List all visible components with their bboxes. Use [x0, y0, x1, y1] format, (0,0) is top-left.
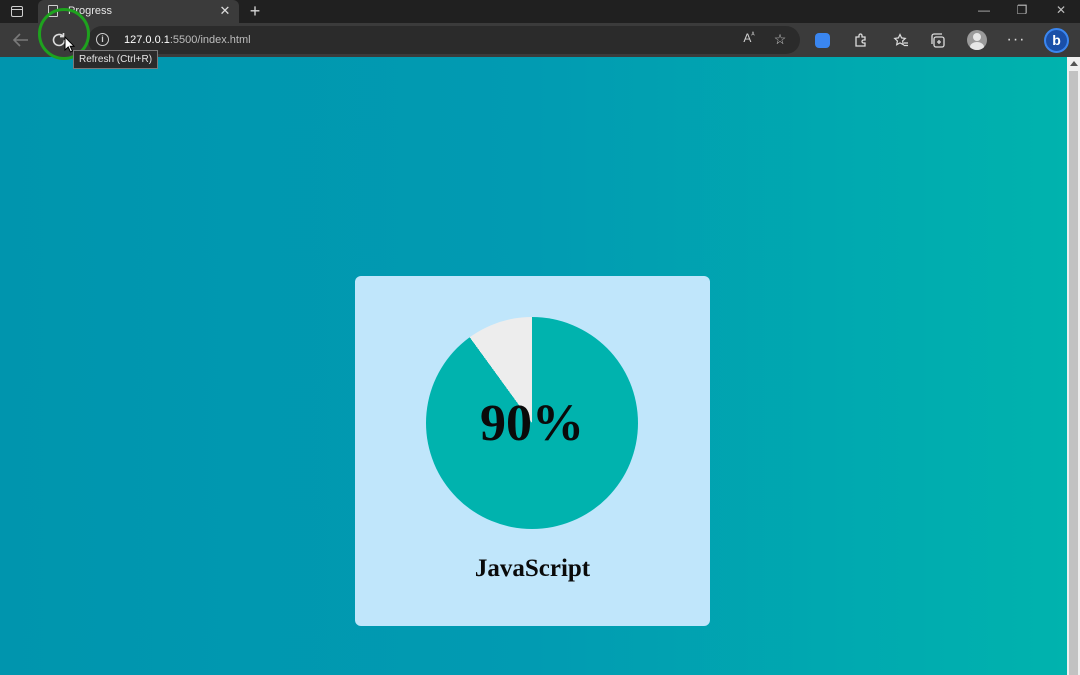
scrollbar-thumb[interactable] [1069, 71, 1078, 675]
mouse-cursor-icon [64, 36, 76, 53]
tab-strip: Progress ✕ + — ❐ ✕ [0, 0, 1080, 23]
tab-progress[interactable]: Progress ✕ [38, 0, 239, 23]
profile-avatar[interactable] [967, 30, 987, 50]
tab-close-icon[interactable]: ✕ [217, 3, 233, 19]
extension-icon[interactable] [815, 33, 830, 48]
url-text[interactable]: 127.0.0.1:5500/index.html [124, 34, 251, 46]
tab-actions-icon[interactable] [8, 3, 26, 20]
page-viewport: 90% JavaScript [0, 57, 1067, 675]
refresh-tooltip: Refresh (Ctrl+R) [73, 50, 159, 69]
new-tab-button[interactable]: + [245, 0, 265, 22]
progress-value: 90% [480, 395, 584, 452]
skill-name: JavaScript [474, 555, 591, 582]
add-favorite-icon[interactable]: ☆ [771, 31, 789, 48]
more-icon[interactable]: ··· [1004, 29, 1028, 51]
bing-icon[interactable]: b [1044, 28, 1069, 53]
favorites-icon[interactable] [889, 29, 913, 51]
skill-card: 90% JavaScript [355, 276, 710, 626]
minimize-button[interactable]: — [974, 3, 994, 17]
puzzle-icon[interactable] [848, 29, 872, 51]
restore-button[interactable]: ❐ [1012, 3, 1032, 17]
address-bar[interactable]: i 127.0.0.1:5500/index.html Aᴬ ☆ [88, 26, 800, 54]
browser-toolbar: i 127.0.0.1:5500/index.html Aᴬ ☆ ··· b [0, 23, 1080, 57]
tab-title: Progress [68, 5, 113, 17]
back-arrow-icon[interactable] [9, 29, 33, 51]
progress-circle: 90% [426, 317, 638, 529]
url-path: :5500/index.html [169, 34, 251, 46]
collections-icon[interactable] [926, 29, 950, 51]
info-icon[interactable]: i [96, 33, 109, 46]
scroll-up-icon[interactable] [1070, 61, 1078, 66]
url-host: 127.0.0.1 [124, 34, 170, 46]
vertical-scrollbar[interactable] [1067, 57, 1080, 675]
read-aloud-icon[interactable]: Aᴬ [740, 31, 758, 45]
window-close-button[interactable]: ✕ [1051, 3, 1071, 17]
page-icon [48, 5, 58, 17]
